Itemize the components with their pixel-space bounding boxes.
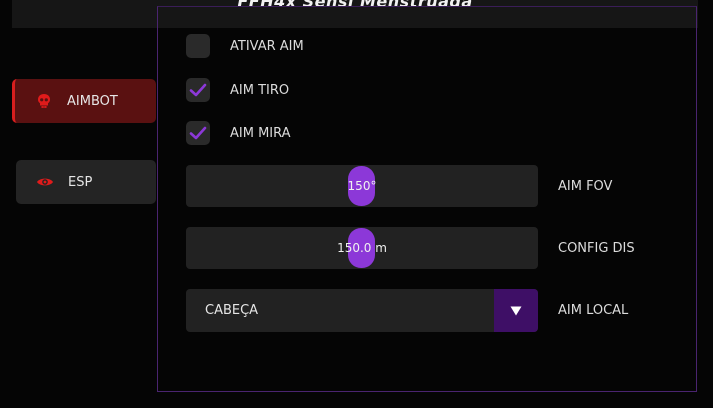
sidebar-item-aimbot[interactable]: AIMBOT bbox=[12, 79, 156, 123]
aim-fov-label: AIM FOV bbox=[558, 179, 613, 194]
caret-down-icon bbox=[510, 306, 522, 315]
aim-local-selected-value: CABEÇA bbox=[205, 303, 259, 318]
config-dis-label: CONFIG DIS bbox=[558, 241, 635, 256]
aim-tiro-checkbox[interactable] bbox=[186, 78, 210, 102]
aim-local-dropdown[interactable]: CABEÇA bbox=[186, 289, 538, 332]
aim-mira-label: AIM MIRA bbox=[230, 125, 291, 141]
aim-tiro-option: AIM TIRO bbox=[186, 78, 289, 102]
config-dis-value: 150.0 m bbox=[337, 241, 387, 255]
ativar-aim-option: ATIVAR AIM bbox=[186, 34, 304, 58]
checkmark-icon bbox=[189, 126, 207, 140]
aim-mira-checkbox[interactable] bbox=[186, 121, 210, 145]
aim-fov-value: 150° bbox=[347, 179, 377, 193]
ativar-aim-checkbox[interactable] bbox=[186, 34, 210, 58]
aim-mira-option: AIM MIRA bbox=[186, 121, 291, 145]
config-dis-slider[interactable]: 150.0 m bbox=[186, 227, 538, 269]
aim-local-label: AIM LOCAL bbox=[558, 303, 629, 318]
sidebar-item-esp[interactable]: ESP bbox=[16, 160, 156, 204]
skull-icon bbox=[35, 92, 53, 110]
eye-icon bbox=[36, 173, 54, 191]
sidebar-item-label: ESP bbox=[68, 174, 93, 190]
ativar-aim-label: ATIVAR AIM bbox=[230, 38, 304, 54]
dropdown-toggle-button[interactable] bbox=[494, 289, 538, 332]
aim-fov-slider[interactable]: 150° bbox=[186, 165, 538, 207]
sidebar-item-label: AIMBOT bbox=[67, 93, 118, 109]
aim-tiro-label: AIM TIRO bbox=[230, 82, 290, 98]
checkmark-icon bbox=[189, 83, 207, 97]
